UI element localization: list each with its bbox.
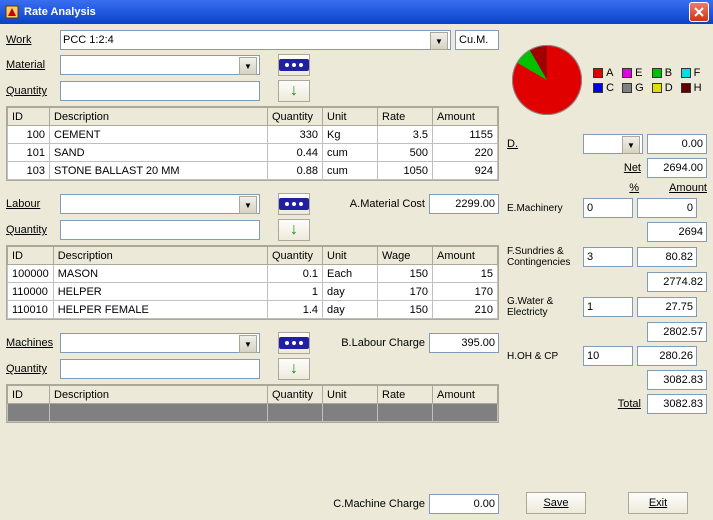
work-unit: Cu.M. — [455, 30, 499, 50]
labour-qty-label: Quantity — [6, 224, 56, 236]
col-amount[interactable]: Amount — [433, 108, 498, 126]
d-row: D. 0.00 — [507, 134, 707, 154]
pie-legend: A E B F C G D H — [593, 67, 701, 94]
sub2: 2774.82 — [647, 272, 707, 292]
f-amt: 80.82 — [637, 247, 697, 267]
material-cost-label: A.Material Cost — [350, 198, 425, 210]
material-qty-label: Quantity — [6, 85, 56, 97]
material-row: Material — [6, 54, 499, 76]
g-pct-input[interactable]: 1 — [583, 297, 633, 317]
labour-row: Labour A.Material Cost 2299.00 — [6, 193, 499, 215]
labour-qty-input[interactable] — [60, 220, 260, 240]
machine-charge-value: 0.00 — [429, 494, 499, 514]
labour-qty-row: Quantity ↓ — [6, 219, 499, 241]
d-value: 0.00 — [647, 134, 707, 154]
work-row: Work PCC 1:2:4 Cu.M. — [6, 30, 499, 50]
machines-add-button[interactable]: ↓ — [278, 358, 310, 380]
table-row[interactable]: 103STONE BALLAST 20 MM0.88cum1050924 — [8, 162, 498, 180]
labour-select-button[interactable] — [278, 193, 310, 215]
pie-chart-area: A E B F C G D H — [507, 30, 707, 130]
work-label: Work — [6, 34, 56, 46]
close-button[interactable] — [689, 2, 709, 22]
machines-combo[interactable] — [60, 333, 260, 353]
exit-button[interactable]: Exit — [628, 492, 688, 514]
labour-charge-label: B.Labour Charge — [341, 337, 425, 349]
h-amt: 280.26 — [637, 346, 697, 366]
pie-chart — [512, 45, 582, 115]
labour-add-button[interactable]: ↓ — [278, 219, 310, 241]
e-amt: 0 — [637, 198, 697, 218]
labour-charge-value: 395.00 — [429, 333, 499, 353]
machine-charge-label: C.Machine Charge — [333, 498, 425, 510]
machines-table: ID Description Quantity Unit Rate Amount — [6, 384, 499, 423]
col-unit[interactable]: Unit — [323, 108, 378, 126]
titlebar: Rate Analysis — [0, 0, 713, 24]
total-value: 3082.83 — [647, 394, 707, 414]
bottom-buttons: Save Exit — [507, 492, 707, 514]
material-add-button[interactable]: ↓ — [278, 80, 310, 102]
machines-row: Machines B.Labour Charge 395.00 — [6, 332, 499, 354]
machines-select-button[interactable] — [278, 332, 310, 354]
labour-combo[interactable] — [60, 194, 260, 214]
machines-qty-input[interactable] — [60, 359, 260, 379]
d-combo[interactable] — [583, 134, 643, 154]
col-id[interactable]: ID — [8, 108, 50, 126]
labour-table: ID Description Quantity Unit Wage Amount… — [6, 245, 499, 320]
h-pct-input[interactable]: 10 — [583, 346, 633, 366]
col-qty[interactable]: Quantity — [268, 108, 323, 126]
arrow-down-icon: ↓ — [290, 221, 298, 239]
sub3: 2802.57 — [647, 322, 707, 342]
material-table: ID Description Quantity Unit Rate Amount… — [6, 106, 499, 181]
net-row: Net 2694.00 — [507, 158, 707, 178]
f-row: F.Sundries & Contingencies 3 80.82 — [507, 246, 707, 268]
arrow-down-icon: ↓ — [290, 82, 298, 100]
g-row: G.Water & Electricty 1 27.75 — [507, 296, 707, 318]
machines-label: Machines — [6, 337, 56, 349]
app-icon — [4, 4, 20, 20]
table-row[interactable]: 100000MASON0.1Each15015 — [8, 265, 498, 283]
g-amt: 27.75 — [637, 297, 697, 317]
col-rate[interactable]: Rate — [378, 108, 433, 126]
work-combo[interactable]: PCC 1:2:4 — [60, 30, 451, 50]
table-row[interactable]: 110010HELPER FEMALE1.4day150210 — [8, 301, 498, 319]
net-value: 2694.00 — [647, 158, 707, 178]
material-combo[interactable] — [60, 55, 260, 75]
h-row: H.OH & CP 10 280.26 — [507, 346, 707, 366]
window-title: Rate Analysis — [24, 6, 689, 18]
save-button[interactable]: Save — [526, 492, 586, 514]
material-qty-input[interactable] — [60, 81, 260, 101]
arrow-down-icon: ↓ — [290, 360, 298, 378]
machines-qty-row: Quantity ↓ — [6, 358, 499, 380]
machines-qty-label: Quantity — [6, 363, 56, 375]
e-row: E.Machinery 0 0 — [507, 198, 707, 218]
material-select-button[interactable] — [278, 54, 310, 76]
machine-charge-row: C.Machine Charge 0.00 — [6, 494, 499, 514]
header-row: % Amount — [507, 182, 707, 194]
material-label: Material — [6, 59, 56, 71]
sub4: 3082.83 — [647, 370, 707, 390]
table-row[interactable]: 100CEMENT330Kg3.51155 — [8, 126, 498, 144]
col-desc[interactable]: Description — [50, 108, 268, 126]
table-row-empty — [8, 404, 498, 422]
material-qty-row: Quantity ↓ — [6, 80, 499, 102]
material-cost-value: 2299.00 — [429, 194, 499, 214]
e-pct-input[interactable]: 0 — [583, 198, 633, 218]
sub1: 2694 — [647, 222, 707, 242]
total-row: Total 3082.83 — [507, 394, 707, 414]
table-row[interactable]: 101SAND0.44cum500220 — [8, 144, 498, 162]
f-pct-input[interactable]: 3 — [583, 247, 633, 267]
table-row[interactable]: 110000HELPER1day170170 — [8, 283, 498, 301]
labour-label: Labour — [6, 198, 56, 210]
